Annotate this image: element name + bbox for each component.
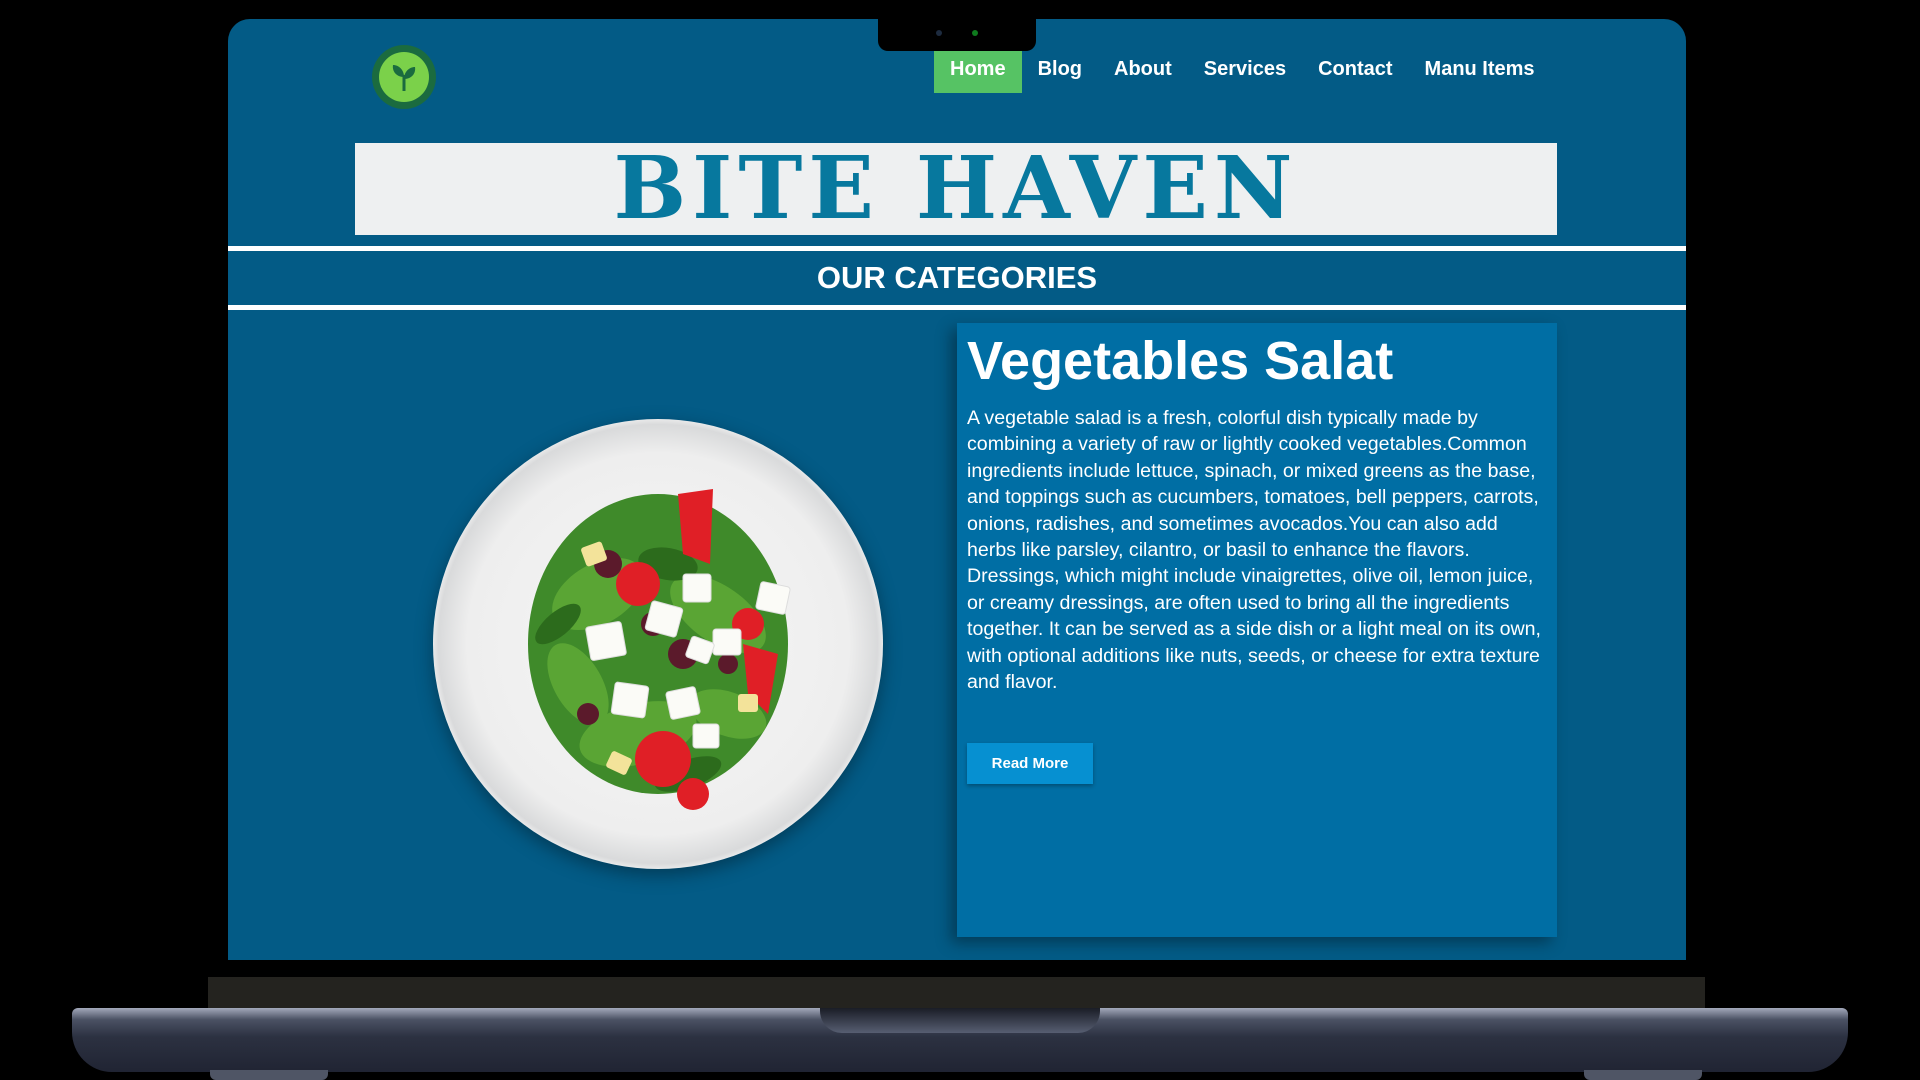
laptop-foot-left [210,1070,328,1080]
laptop-base [72,1008,1848,1072]
laptop-screen: Home Blog About Services Contact Manu It… [228,19,1686,960]
nav-menu-items[interactable]: Manu Items [1409,47,1551,93]
site-logo[interactable] [372,45,436,109]
nav-contact[interactable]: Contact [1302,47,1408,93]
categories-bar: OUR CATEGORIES [228,246,1686,310]
leaf-logo-icon [379,52,429,102]
read-more-button[interactable]: Read More [967,743,1093,784]
camera-notch [878,19,1036,51]
title-banner: BITE HAVEN [355,143,1557,235]
laptop-foot-right [1584,1070,1702,1080]
categories-heading: OUR CATEGORIES [816,260,1098,295]
nav-services[interactable]: Services [1188,47,1302,93]
nav-home[interactable]: Home [934,47,1022,93]
category-card: Vegetables Salat A vegetable salad is a … [957,323,1557,937]
site-title: BITE HAVEN [613,138,1299,239]
salad-image [433,419,883,869]
card-title: Vegetables Salat [967,331,1394,391]
laptop-hinge [208,977,1705,1010]
card-description: A vegetable salad is a fresh, colorful d… [967,407,1541,694]
camera-indicator-icon [972,30,978,36]
camera-icon [936,30,942,36]
nav-about[interactable]: About [1098,47,1188,93]
laptop-base-notch [820,1008,1100,1033]
main-nav: Home Blog About Services Contact Manu It… [934,47,1551,93]
nav-blog[interactable]: Blog [1022,47,1098,93]
salad-illustration [528,489,791,810]
